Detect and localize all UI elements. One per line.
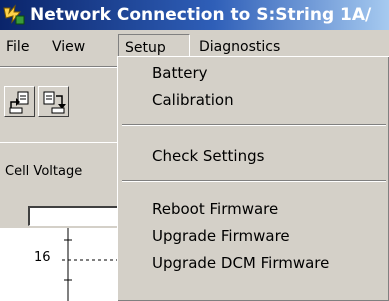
menu-item-check-settings[interactable]: Check Settings — [152, 145, 264, 167]
menu-separator — [122, 180, 386, 182]
menu-view[interactable]: View — [46, 34, 91, 60]
menu-separator — [122, 124, 386, 126]
cell-voltage-field — [28, 206, 128, 226]
title-bar[interactable]: Network Connection to S:String 1A/ — [0, 0, 389, 30]
menu-item-reboot-firmware[interactable]: Reboot Firmware — [152, 198, 278, 220]
cell-voltage-label: Cell Voltage — [5, 164, 83, 179]
menu-item-upgrade-dcm-firmware[interactable]: Upgrade DCM Firmware — [152, 252, 329, 274]
menu-item-battery[interactable]: Battery — [152, 62, 208, 84]
upload-document-icon — [9, 91, 29, 114]
download-document-icon — [43, 91, 66, 114]
tick-label-16: 16 — [34, 250, 51, 265]
menu-file[interactable]: File — [0, 34, 35, 60]
menu-item-upgrade-firmware[interactable]: Upgrade Firmware — [152, 225, 290, 247]
window-title: Network Connection to S:String 1A/ — [30, 5, 372, 25]
download-button[interactable] — [38, 86, 69, 117]
setup-dropdown-menu: Battery Calibration Check Settings Reboo… — [117, 56, 389, 301]
menu-item-calibration[interactable]: Calibration — [152, 89, 234, 111]
upload-button[interactable] — [4, 86, 35, 117]
app-icon — [3, 4, 25, 25]
